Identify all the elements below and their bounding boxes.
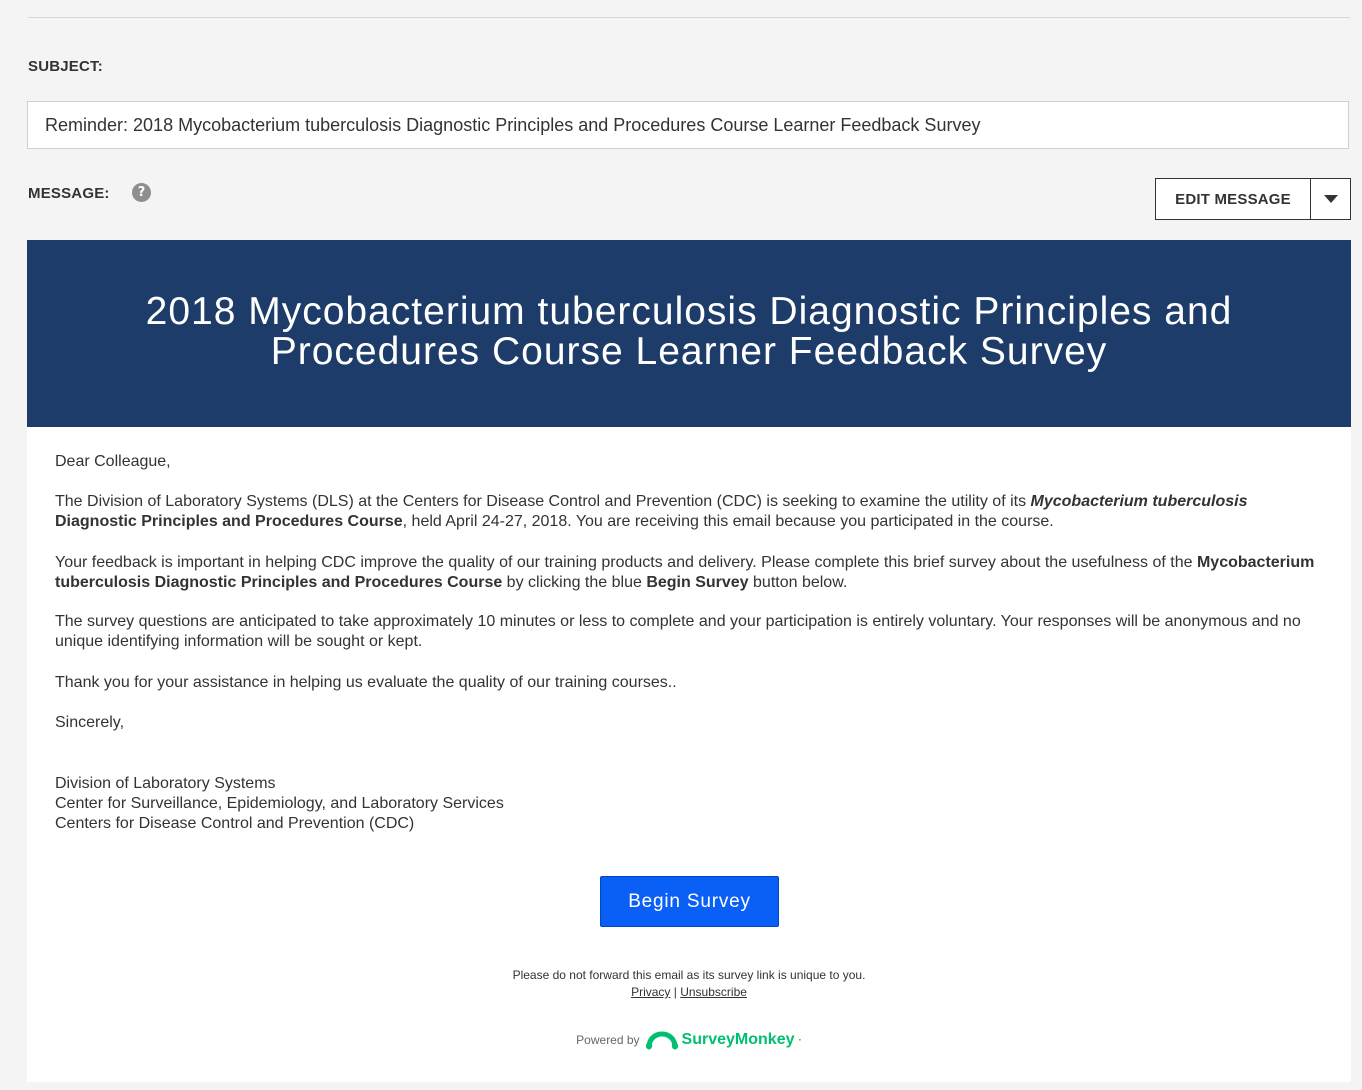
- course-name-bold: Diagnostic Principles and Procedures Cou…: [55, 513, 403, 530]
- help-icon[interactable]: ?: [132, 183, 151, 202]
- message-label: MESSAGE:: [28, 185, 110, 202]
- subject-input[interactable]: [27, 101, 1349, 149]
- forward-notice: Please do not forward this email as its …: [512, 968, 866, 982]
- paragraph-intro-text: The Division of Laboratory Systems (DLS)…: [55, 493, 1031, 510]
- signature-line: Division of Laboratory Systems: [55, 775, 276, 792]
- edit-message-button[interactable]: EDIT MESSAGE: [1156, 179, 1310, 219]
- closing: Sincerely,: [55, 714, 125, 731]
- signature-line: Center for Surveillance, Epidemiology, a…: [55, 795, 504, 812]
- course-name-italic: Mycobacterium tuberculosis: [1030, 493, 1248, 510]
- surveymonkey-logo[interactable]: SurveyMonkey ·: [645, 1030, 802, 1050]
- paragraph-feedback-text-end: button below.: [748, 574, 848, 591]
- begin-survey-reference: Begin Survey: [646, 574, 749, 591]
- subject-label: SUBJECT:: [28, 58, 103, 75]
- email-preview: 2018 Mycobacterium tuberculosis Diagnost…: [27, 240, 1351, 1082]
- email-banner: 2018 Mycobacterium tuberculosis Diagnost…: [27, 240, 1351, 427]
- signature-line: Centers for Disease Control and Preventi…: [55, 815, 415, 832]
- banner-title-line-2: Procedures Course Learner Feedback Surve…: [270, 330, 1108, 373]
- paragraph-thanks: Thank you for your assistance in helping…: [55, 674, 677, 691]
- signature: Division of Laboratory Systems Center fo…: [55, 774, 1325, 834]
- powered-by: Powered by SurveyMonkey ·: [27, 1030, 1351, 1050]
- surveymonkey-logo-icon: [645, 1031, 678, 1050]
- paragraph-duration: The survey questions are anticipated to …: [55, 613, 1301, 650]
- banner-title: 2018 Mycobacterium tuberculosis Diagnost…: [87, 292, 1291, 372]
- unsubscribe-link[interactable]: Unsubscribe: [680, 985, 747, 999]
- paragraph-feedback-text-mid: by clicking the blue: [502, 574, 647, 591]
- greeting: Dear Colleague,: [55, 453, 171, 470]
- begin-survey-button[interactable]: Begin Survey: [600, 876, 779, 927]
- paragraph-intro: The Division of Laboratory Systems (DLS)…: [55, 492, 1325, 532]
- paragraph-feedback-text: Your feedback is important in helping CD…: [55, 554, 1197, 571]
- edit-message-group: EDIT MESSAGE: [1155, 178, 1351, 220]
- top-divider: [28, 17, 1350, 18]
- edit-options-dropdown[interactable]: [1310, 179, 1350, 219]
- privacy-link[interactable]: Privacy: [631, 985, 670, 999]
- banner-title-line-1: 2018 Mycobacterium tuberculosis Diagnost…: [145, 290, 1233, 333]
- footer-links: Privacy | Unsubscribe: [27, 985, 1351, 999]
- footer-separator: |: [673, 985, 677, 999]
- surveymonkey-wordmark: SurveyMonkey: [681, 1031, 795, 1048]
- powered-by-label: Powered by: [576, 1033, 640, 1047]
- paragraph-feedback: Your feedback is important in helping CD…: [55, 553, 1325, 593]
- caret-down-icon: [1323, 195, 1338, 203]
- paragraph-intro-text-end: , held April 24-27, 2018. You are receiv…: [402, 513, 1054, 530]
- brand-mark: ·: [798, 1034, 802, 1046]
